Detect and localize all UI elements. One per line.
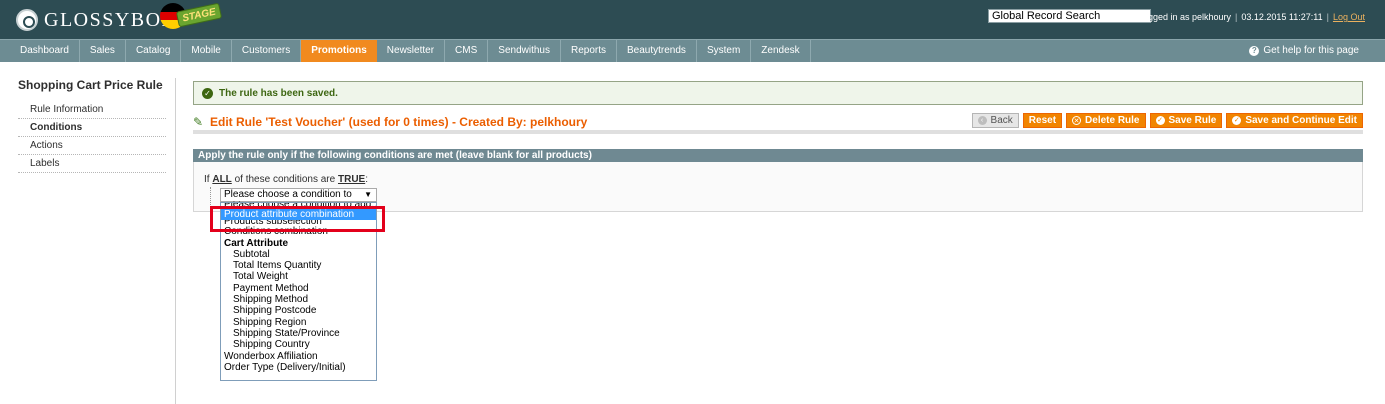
save-and-continue-button[interactable]: ✓ Save and Continue Edit [1226,113,1363,128]
dropdown-option[interactable]: Shipping Method [221,294,376,305]
save-continue-check-icon: ✓ [1232,116,1242,125]
global-search-input[interactable]: Global Record Search [988,9,1151,23]
help-icon: ? [1249,45,1260,56]
nav-item-sales[interactable]: Sales [80,40,126,62]
dropdown-option[interactable]: Total Items Quantity [221,260,376,271]
nav-items: Dashboard Sales Catalog Mobile Customers… [10,40,811,62]
dropdown-option[interactable]: Shipping Region [221,317,376,328]
nav-item-promotions[interactable]: Promotions [301,40,377,62]
logo-icon [16,9,38,31]
highlight-box [210,206,385,232]
chevron-down-icon: ▼ [364,190,372,199]
sidebar: Shopping Cart Price Rule [0,78,175,98]
success-message: ✓ The rule has been saved. [193,81,1363,105]
page-title: Edit Rule 'Test Voucher' (used for 0 tim… [210,115,588,129]
save-check-icon: ✓ [1155,116,1165,125]
nav-item-mobile[interactable]: Mobile [181,40,232,62]
help-link[interactable]: ? Get help for this page [1249,45,1359,56]
logout-link[interactable]: Log Out [1333,12,1365,22]
dropdown-option[interactable]: Total Weight [221,271,376,282]
user-info: Logged in as pelkhoury | 03.12.2015 11:27:… [1137,12,1365,22]
nav-item-customers[interactable]: Customers [232,40,302,62]
success-message-text: The rule has been saved. [219,87,338,99]
success-check-icon: ✓ [202,87,213,99]
cond-suffix: : [365,174,368,185]
sidebar-title: Shopping Cart Price Rule [18,78,163,92]
dropdown-option[interactable]: Shipping Postcode [221,305,376,316]
main-nav: Dashboard Sales Catalog Mobile Customers… [0,39,1385,62]
dropdown-option[interactable]: Wonderbox Affiliation [221,351,376,362]
nav-item-reports[interactable]: Reports [561,40,617,62]
back-arrow-icon: ‹ [977,116,987,125]
conditions-rule-line: If ALL of these conditions are TRUE: [204,174,368,185]
condition-tree-line [210,187,211,207]
aggregator-toggle[interactable]: ALL [212,174,231,185]
dropdown-option[interactable]: Payment Method [221,283,376,294]
edit-pencil-icon: ✎ [193,115,204,129]
save-continue-button-label: Save and Continue Edit [1245,115,1357,126]
save-button-label: Save Rule [1168,115,1217,126]
sidebar-item-rule-information[interactable]: Rule Information [18,101,166,119]
condition-select[interactable]: Please choose a condition to add... ▼ [220,188,377,212]
nav-item-system[interactable]: System [697,40,752,62]
logo[interactable]: GLOSSYBOX [16,7,178,33]
save-rule-button[interactable]: ✓ Save Rule [1149,113,1223,128]
reset-button[interactable]: Reset [1022,113,1063,128]
cond-middle: of these conditions are [234,174,336,185]
back-button[interactable]: ‹ Back [971,113,1019,128]
nav-item-catalog[interactable]: Catalog [126,40,182,62]
reset-button-label: Reset [1028,115,1057,126]
sidebar-divider [175,78,176,404]
nav-item-cms[interactable]: CMS [445,40,489,62]
delete-button-label: Delete Rule [1085,115,1140,126]
action-buttons: ‹ Back Reset ✕ Delete Rule ✓ Save Rule ✓… [971,113,1363,128]
delete-x-icon: ✕ [1072,116,1082,125]
dropdown-option[interactable]: Order Type (Delivery/Initial) [221,362,376,373]
dropdown-option[interactable]: Shipping State/Province [221,328,376,339]
sidebar-item-conditions[interactable]: Conditions [18,119,166,137]
conditions-fieldset-header: Apply the rule only if the following con… [193,149,1363,162]
value-toggle[interactable]: TRUE [338,174,365,185]
logo-text: GLOSSYBOX [44,8,178,31]
logged-in-text: Logged in as pelkhoury [1137,12,1232,22]
delete-rule-button[interactable]: ✕ Delete Rule [1066,113,1146,128]
sidebar-item-labels[interactable]: Labels [18,155,166,173]
datetime-text: 03.12.2015 11:27:11 [1241,12,1323,22]
sidebar-item-actions[interactable]: Actions [18,137,166,155]
help-link-label: Get help for this page [1263,45,1359,56]
stage-badge: STAGE [175,2,223,28]
nav-item-newsletter[interactable]: Newsletter [377,40,446,62]
nav-item-sendwithus[interactable]: Sendwithus [488,40,561,62]
nav-item-dashboard[interactable]: Dashboard [10,40,80,62]
cond-prefix: If [204,174,210,185]
dropdown-option[interactable]: Subtotal [221,249,376,260]
header: GLOSSYBOX STAGE Global Record Search Log… [0,0,1385,39]
dropdown-option[interactable]: Shipping Country [221,339,376,350]
nav-item-beautytrends[interactable]: Beautytrends [617,40,697,62]
back-button-label: Back [990,115,1013,126]
dropdown-option[interactable]: Cart Attribute [221,238,376,249]
nav-item-zendesk[interactable]: Zendesk [751,40,811,62]
